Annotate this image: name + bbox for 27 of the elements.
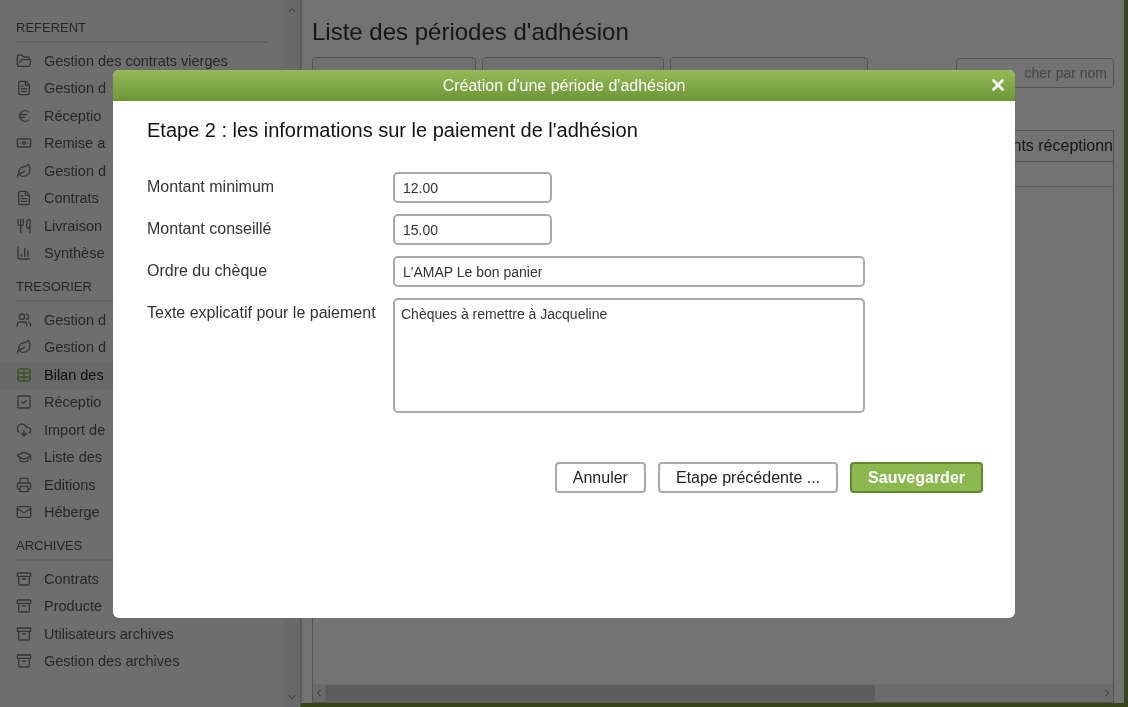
item-label: Livraison — [44, 217, 103, 234]
item-label: Contrats — [44, 570, 99, 587]
field-label: Montant conseillé — [147, 219, 273, 239]
field-label: Montant minimum — [147, 177, 276, 197]
dialog-title: Création d'une période d'adhésion — [442, 76, 686, 95]
item-label: Liste des — [44, 449, 103, 466]
section-heading: REFERENT — [16, 8, 268, 43]
item-label: Réceptio — [44, 394, 102, 411]
item-label: Héberge — [44, 504, 100, 521]
item-label: Editions — [44, 476, 96, 493]
item-label: Gestion d — [44, 80, 107, 97]
item-label: Réceptio — [44, 107, 102, 124]
item-label: Gestion d — [44, 162, 107, 179]
page-title: Liste des périodes d'adhésion — [312, 17, 630, 47]
field-label: Texte explicatif pour le paiement — [147, 303, 377, 323]
step-heading: Etape 2 : les informations sur le paiement de l'adhésion — [147, 119, 639, 142]
item-label: Contrats — [44, 190, 99, 207]
item-label: Gestion d — [44, 311, 107, 328]
item-label: Remise a — [44, 135, 106, 152]
item-label: Bilan des — [44, 366, 104, 383]
item-label: Gestion d — [44, 339, 107, 356]
item-label: Gestion des archives — [44, 653, 180, 670]
item-label: Utilisateurs archives — [44, 625, 174, 642]
item-label: Synthèse — [44, 245, 105, 262]
item-label: Producte — [44, 598, 103, 615]
item-label: Gestion des contrats vierges — [44, 52, 228, 69]
item-label: Import de — [44, 421, 106, 438]
